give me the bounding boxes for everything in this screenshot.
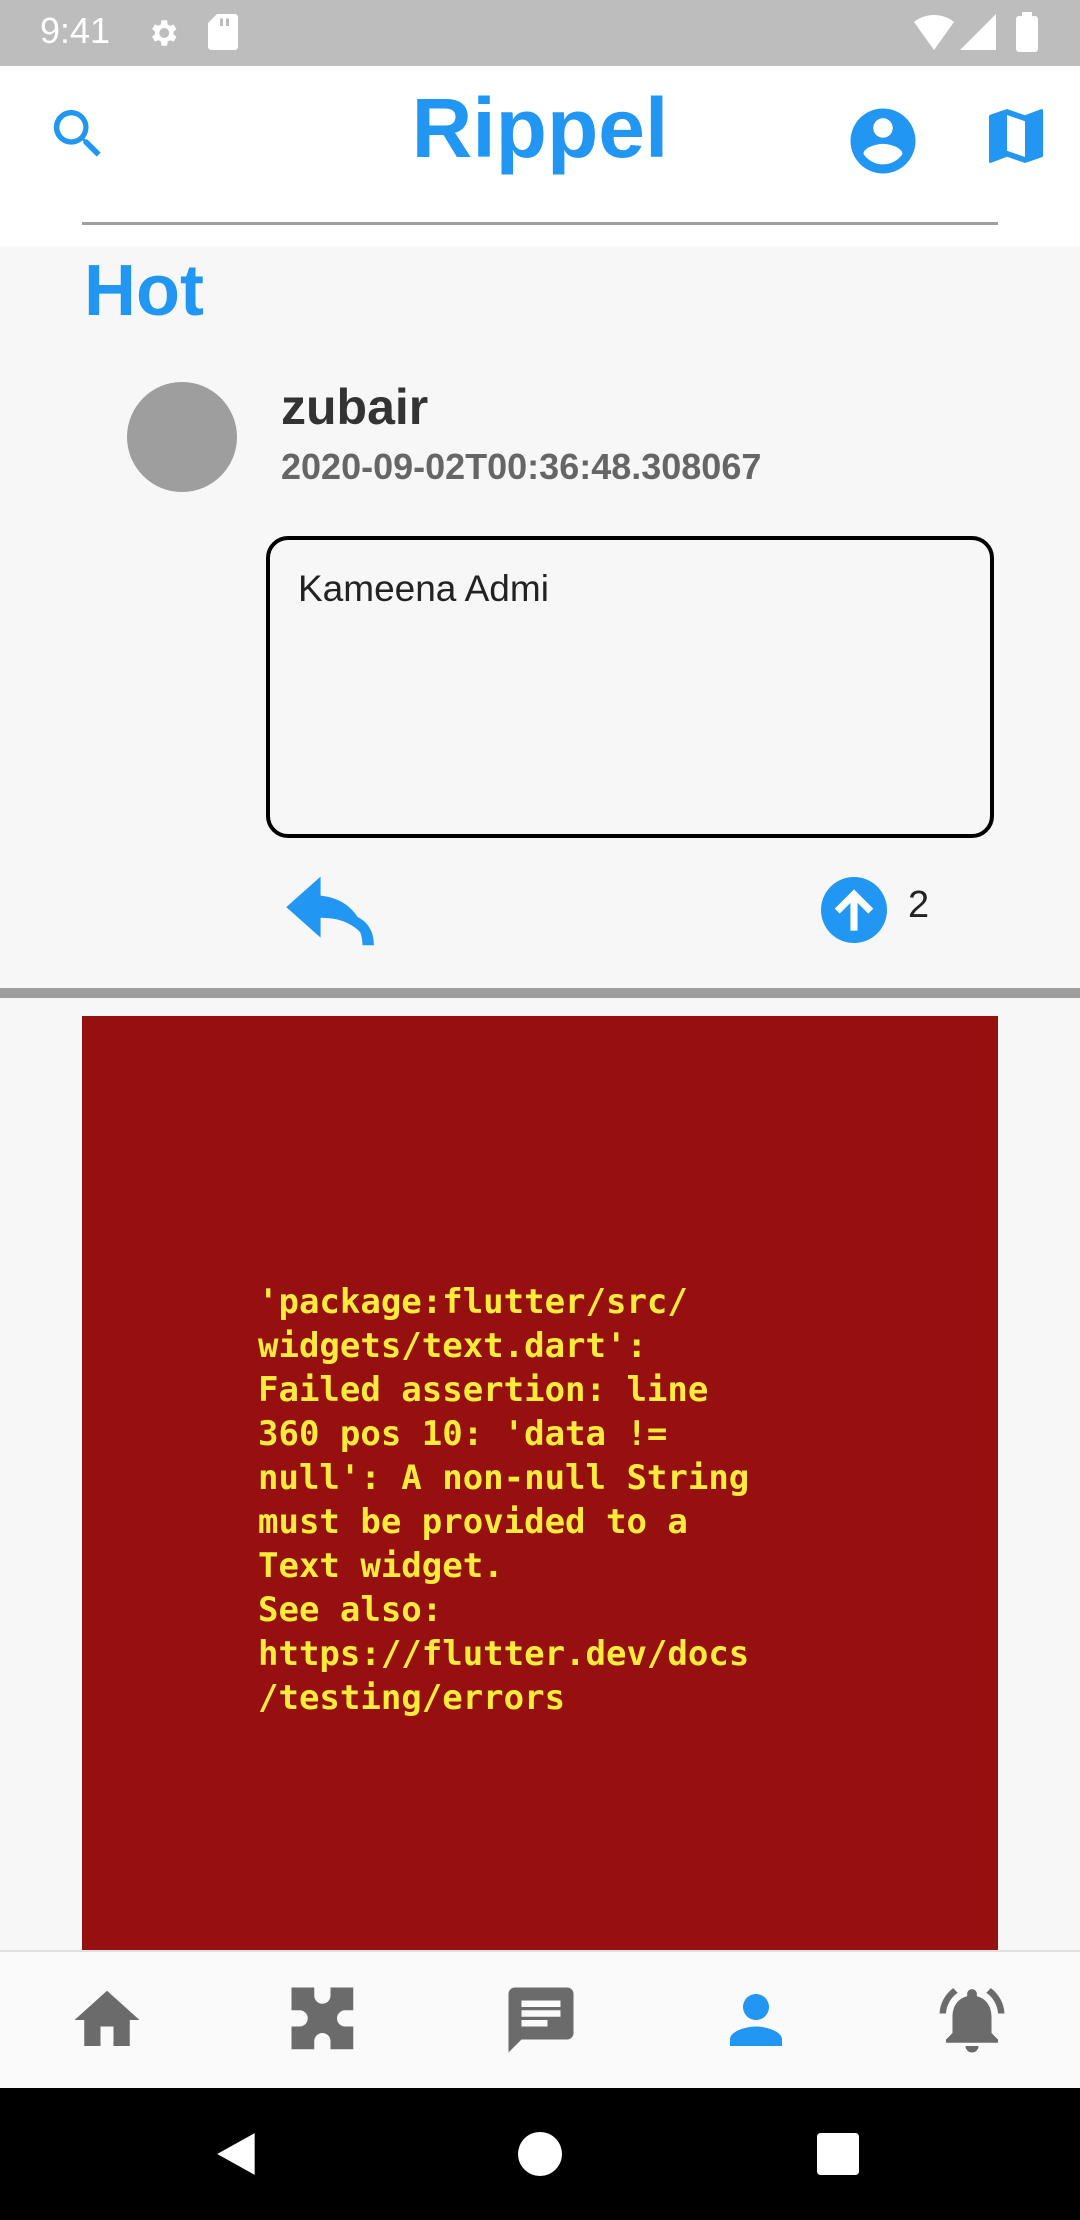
map-button[interactable] <box>976 96 1056 176</box>
home-icon <box>74 1990 140 2046</box>
reply-button[interactable] <box>284 866 380 952</box>
nav-puzzle[interactable] <box>274 1970 374 2070</box>
nav-chat[interactable] <box>491 1970 591 2070</box>
battery-icon <box>1016 12 1038 52</box>
person-icon <box>730 1994 782 2046</box>
nav-notifications[interactable] <box>922 1970 1022 2070</box>
sd-card-icon <box>208 14 238 50</box>
back-button[interactable] <box>206 2122 270 2186</box>
puzzle-icon <box>291 1987 354 2050</box>
account-circle-icon <box>850 108 916 174</box>
back-triangle-icon <box>217 2133 255 2175</box>
nav-home[interactable] <box>57 1970 157 2070</box>
arrow-up-circle-icon <box>821 877 887 943</box>
reply-icon <box>286 876 374 946</box>
chat-icon <box>508 1987 574 2053</box>
cell-signal-icon <box>960 14 996 50</box>
upvote-button[interactable] <box>820 876 888 944</box>
settings-icon <box>152 20 177 46</box>
home-circle-icon <box>518 2132 562 2176</box>
bell-icon <box>939 1988 1005 2053</box>
post-timestamp: 2020-09-02T00:36:48.308067 <box>281 446 762 487</box>
profile-button[interactable] <box>838 96 928 186</box>
upvote-count: 2 <box>908 884 930 926</box>
nav-profile[interactable] <box>706 1970 806 2070</box>
app-bar-divider <box>82 222 998 225</box>
status-time: 9:41 <box>40 10 111 51</box>
feed-divider <box>0 988 1080 998</box>
error-message: 'package:flutter/src/ widgets/text.dart'… <box>258 1282 750 1718</box>
recents-square-icon <box>817 2133 859 2175</box>
avatar[interactable] <box>127 382 237 492</box>
post-username[interactable]: zubair <box>281 378 428 436</box>
recents-button[interactable] <box>806 2122 870 2186</box>
home-nav-button[interactable] <box>508 2122 572 2186</box>
map-icon <box>989 109 1043 163</box>
wifi-icon <box>914 14 954 50</box>
post-body: Kameena Admi <box>298 568 549 609</box>
section-title: Hot <box>84 251 204 331</box>
